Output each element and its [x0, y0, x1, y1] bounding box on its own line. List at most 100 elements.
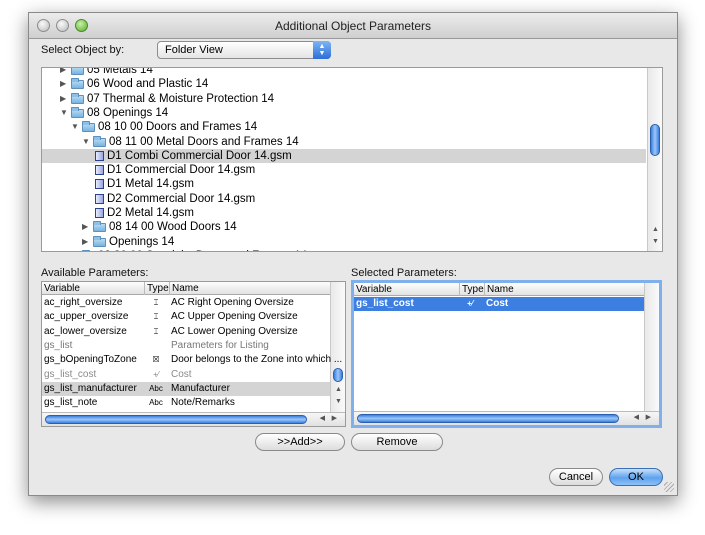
object-folder-tree[interactable]: ▶08 30 00 Specialty Doors and Frames 14▶…: [41, 67, 663, 252]
column-header-variable[interactable]: Variable: [42, 282, 144, 295]
column-header-type[interactable]: Type: [459, 283, 484, 296]
door-object-icon: [95, 193, 104, 204]
select-object-value: Folder View: [165, 44, 223, 56]
tree-folder-row[interactable]: ▶ 08 14 00 Wood Doors 14: [42, 220, 646, 234]
available-table-header: Variable Type Name: [42, 282, 330, 295]
disclosure-collapsed-icon[interactable]: ▶: [71, 249, 77, 252]
parameter-row[interactable]: ac_right_oversize ⌶ AC Right Opening Overs…: [42, 296, 330, 310]
length-icon: ⌶: [153, 298, 159, 307]
length-icon: ⌶: [153, 326, 159, 336]
selected-hscroll-thumb[interactable]: [357, 414, 619, 423]
tree-folder-row[interactable]: ▼ 08 10 00 Doors and Frames 14: [42, 120, 646, 134]
real-number-icon: +⁄: [466, 299, 473, 308]
popup-arrows-icon: ▲ ▼: [313, 41, 331, 59]
parameter-row[interactable]: gs_list_manufacturer Abc Manufacturer: [42, 381, 330, 396]
scroll-right-arrow-icon[interactable]: ▶: [646, 413, 651, 421]
available-scroll-down-icon[interactable]: ▼: [331, 398, 345, 405]
tree-folder-row[interactable]: ▶ 08 30 00 Specialty Doors and Frames 14: [42, 249, 646, 252]
column-header-name[interactable]: Name: [169, 282, 332, 295]
available-vertical-scrollbar[interactable]: ▲ ▼: [330, 282, 345, 412]
parameter-variable: ac_upper_oversize: [44, 311, 129, 323]
checkbox-type-icon: ☒: [152, 355, 160, 365]
folder-icon: [93, 235, 106, 247]
disclosure-collapsed-icon[interactable]: ▶: [82, 235, 88, 249]
tree-folder-row[interactable]: ▼ 08 11 00 Metal Doors and Frames 14: [42, 135, 646, 149]
tree-row-label: 08 10 00 Doors and Frames 14: [98, 121, 258, 134]
scroll-left-arrow-icon[interactable]: ◀: [634, 413, 639, 421]
tree-folder-row[interactable]: ▼ 08 Openings 14: [42, 106, 646, 120]
tree-object-row[interactable]: D1 Combi Commercial Door 14.gsm: [42, 148, 646, 163]
parameter-row[interactable]: ac_lower_oversize ⌶ AC Lower Opening Overs…: [42, 325, 330, 339]
folder-icon: [71, 78, 84, 90]
tree-row-label: D2 Commercial Door 14.gsm: [107, 192, 256, 205]
cancel-button[interactable]: Cancel: [549, 468, 603, 486]
tree-folder-row[interactable]: ▶ 05 Metals 14: [42, 67, 646, 77]
parameter-row[interactable]: gs_list_cost +⁄ Cost: [42, 368, 330, 382]
remove-parameter-button[interactable]: Remove: [351, 433, 443, 451]
selected-vertical-scrollbar[interactable]: [644, 283, 659, 411]
tree-object-row[interactable]: D1 Commercial Door 14.gsm: [42, 163, 646, 177]
disclosure-collapsed-icon[interactable]: ▶: [60, 77, 66, 91]
ok-button[interactable]: OK: [609, 468, 663, 486]
available-parameters-table[interactable]: Variable Type Name ▲ ▼ ◀ ▶ ac_right_over…: [41, 281, 346, 427]
parameter-row[interactable]: gs_bOpeningToZone ☒ Door belongs to the Zo…: [42, 353, 342, 367]
column-header-variable[interactable]: Variable: [354, 283, 459, 296]
column-header-type[interactable]: Type: [144, 282, 169, 295]
scroll-down-arrow-icon[interactable]: ▼: [648, 238, 662, 245]
tree-scroll-thumb[interactable]: [650, 124, 660, 156]
length-icon: ⌶: [153, 312, 159, 322]
text-type-icon: Abc: [149, 383, 163, 393]
column-header-name[interactable]: Name: [484, 283, 644, 296]
tree-object-row[interactable]: D2 Commercial Door 14.gsm: [42, 192, 646, 206]
scroll-right-arrow-icon[interactable]: ▶: [332, 414, 337, 422]
disclosure-expanded-icon[interactable]: ▼: [60, 106, 68, 120]
parameter-name: Parameters for Listing: [171, 339, 269, 351]
disclosure-expanded-icon[interactable]: ▼: [71, 120, 79, 134]
scroll-left-arrow-icon[interactable]: ◀: [320, 414, 325, 422]
parameter-name: Door belongs to the Zone into which ...: [171, 354, 343, 366]
scroll-up-arrow-icon[interactable]: ▲: [648, 226, 662, 233]
parameter-variable: ac_right_oversize: [44, 297, 123, 308]
tree-folder-row[interactable]: ▶ Openings 14: [42, 235, 646, 249]
tree-folder-row[interactable]: ▶ 07 Thermal & Moisture Protection 14: [42, 92, 646, 106]
window-title: Additional Object Parameters: [274, 19, 432, 33]
parameter-row[interactable]: gs_list_cost +⁄ Cost: [354, 297, 644, 311]
selected-table-header: Variable Type Name: [354, 283, 644, 296]
tree-vertical-scrollbar[interactable]: ▲ ▼: [647, 68, 662, 251]
tree-row-label: 05 Metals 14: [87, 67, 153, 76]
parameter-row[interactable]: ac_upper_oversize ⌶ AC Upper Opening Overs…: [42, 310, 330, 324]
tree-row-label: 08 11 00 Metal Doors and Frames 14: [109, 135, 299, 148]
available-scroll-thumb[interactable]: [333, 368, 343, 382]
folder-icon: [82, 121, 95, 133]
parameter-row[interactable]: gs_list Parameters for Listing: [42, 339, 330, 353]
tree-folder-row[interactable]: ▶ 06 Wood and Plastic 14: [42, 77, 646, 91]
tree-object-row[interactable]: D2 Metal 14.gsm: [42, 206, 646, 220]
add-parameter-button[interactable]: >>Add>>: [255, 433, 345, 451]
tree-row-label: 07 Thermal & Moisture Protection 14: [87, 92, 275, 105]
door-object-icon: [95, 208, 104, 218]
parameter-variable: gs_list_manufacturer: [44, 382, 137, 394]
folder-icon: [71, 92, 84, 104]
tree-object-row[interactable]: D1 Metal 14.gsm: [42, 177, 646, 191]
disclosure-collapsed-icon[interactable]: ▶: [82, 220, 88, 234]
selected-horizontal-scrollbar[interactable]: ◀ ▶: [354, 411, 659, 425]
folder-icon: [71, 68, 84, 75]
door-object-icon: [95, 179, 104, 190]
folder-icon: [71, 106, 84, 118]
available-scroll-up-icon[interactable]: ▲: [331, 386, 345, 393]
resize-grip-icon[interactable]: [664, 482, 674, 492]
parameter-name: AC Right Opening Oversize: [171, 297, 294, 308]
disclosure-collapsed-icon[interactable]: ▶: [60, 92, 66, 106]
parameter-variable: gs_list_cost: [44, 368, 97, 380]
available-hscroll-thumb[interactable]: [45, 415, 307, 424]
tree-row-label: 08 14 00 Wood Doors 14: [109, 221, 237, 234]
folder-icon: [93, 135, 106, 147]
select-object-popup[interactable]: Folder View ▲ ▼: [157, 41, 331, 59]
parameter-name: Note/Remarks: [171, 397, 235, 409]
title-bar[interactable]: Additional Object Parameters: [29, 13, 677, 39]
disclosure-expanded-icon[interactable]: ▼: [82, 135, 90, 149]
parameter-row[interactable]: gs_list_note Abc Note/Remarks: [42, 396, 330, 410]
available-horizontal-scrollbar[interactable]: ◀ ▶: [42, 412, 345, 426]
selected-parameters-table[interactable]: Variable Type Name ◀ ▶ gs_list_cost +⁄ Cos…: [351, 280, 662, 428]
disclosure-collapsed-icon[interactable]: ▶: [60, 68, 66, 77]
